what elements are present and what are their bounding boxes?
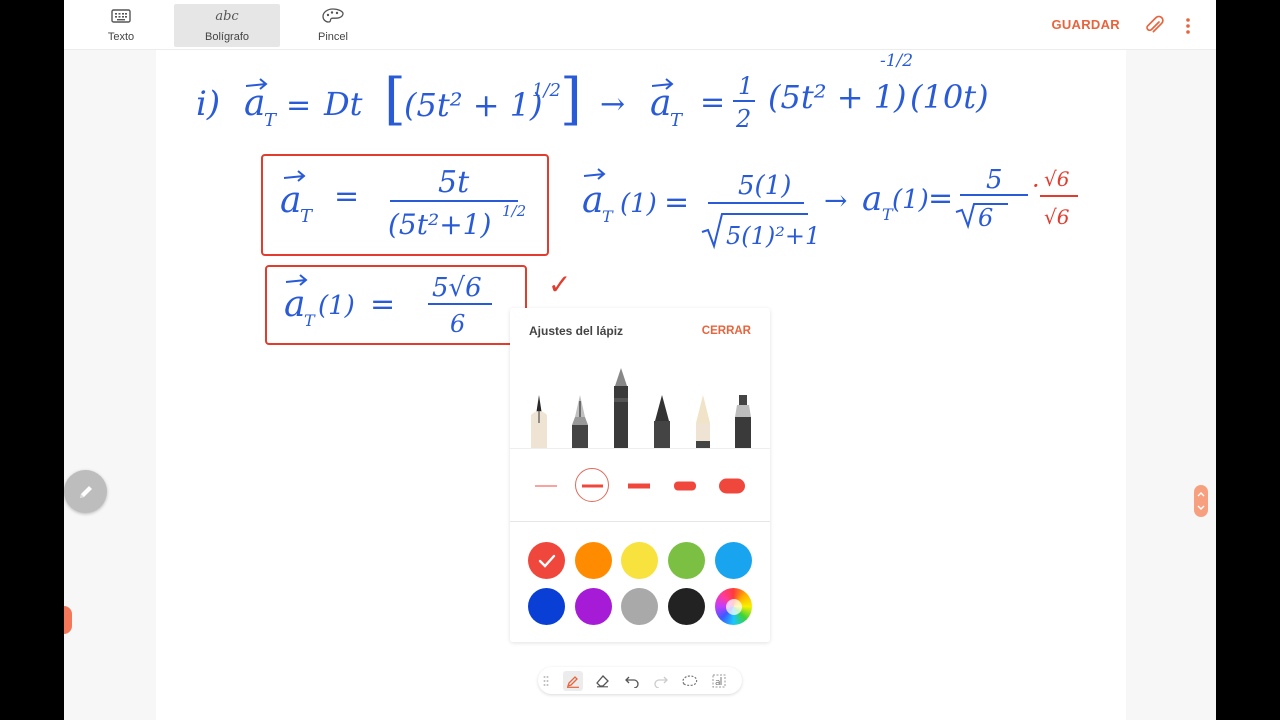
svg-text:a: a	[862, 179, 882, 219]
svg-text:=: =	[664, 185, 689, 220]
svg-text:a: a	[280, 180, 301, 221]
pencil-icon[interactable]	[610, 368, 632, 448]
more-vertical-icon[interactable]	[1184, 17, 1192, 35]
rhs-equals: =	[700, 85, 725, 120]
size-option-1[interactable]	[535, 485, 557, 487]
evaluation-line: a T (1) = 5(1) 5(1)²+1 → a T (1) = 5 6	[582, 165, 1028, 250]
color-blue-swatch[interactable]	[528, 588, 565, 625]
svg-text:√6: √6	[1044, 167, 1070, 191]
pencil-icon	[79, 485, 92, 498]
text-convert-button[interactable]: a	[709, 671, 729, 691]
svg-text:√6: √6	[1044, 205, 1070, 229]
lasso-icon	[682, 675, 698, 686]
svg-text:T: T	[304, 311, 316, 330]
rationalize-factor: · √6 √6	[1032, 167, 1078, 229]
pen-settings-panel: Ajustes del lápiz CERRAR	[510, 308, 770, 642]
lasso-tool-button[interactable]	[680, 671, 700, 691]
svg-text:(5t²+1): (5t²+1)	[388, 208, 491, 241]
svg-text:(1): (1)	[318, 291, 355, 321]
inner-exp: 1/2	[532, 80, 561, 101]
size-option-3[interactable]	[628, 483, 650, 489]
half-num: 1	[738, 72, 753, 100]
svg-text:a: a	[284, 284, 305, 325]
lhs-equals: =	[286, 88, 311, 123]
svg-text:→: →	[824, 184, 847, 217]
stroke-size-list	[510, 450, 770, 522]
color-wheel-icon[interactable]	[715, 588, 752, 625]
svg-text:a: a	[715, 678, 721, 688]
brush-pen-icon[interactable]	[692, 393, 714, 448]
bracket-close: ]	[560, 67, 582, 132]
svg-text:T: T	[602, 207, 614, 226]
fountain-pen-icon[interactable]	[528, 393, 550, 448]
pen-type-list	[510, 363, 770, 449]
svg-text:5√6: 5√6	[432, 273, 482, 303]
color-yellow-swatch[interactable]	[621, 542, 658, 579]
svg-text:T: T	[300, 206, 314, 227]
svg-text:·: ·	[1032, 172, 1040, 200]
pen-tool-button[interactable]	[563, 671, 583, 691]
equation-line-1: i) a T = Dt [ (5t² + 1) 1/2 ] → a T = 1 …	[196, 51, 989, 133]
box2-content: a T (1) = 5√6 6	[284, 273, 492, 338]
text-convert-icon: a	[712, 674, 726, 688]
undo-icon	[625, 676, 639, 688]
color-orange-swatch[interactable]	[575, 542, 612, 579]
color-green-swatch[interactable]	[668, 542, 705, 579]
svg-text:=: =	[370, 287, 395, 322]
inner-expr: (5t² + 1)	[404, 86, 543, 124]
lhs-var: a	[244, 83, 265, 124]
svg-text:(1): (1)	[892, 185, 929, 215]
chisel-pen-icon[interactable]	[651, 393, 673, 448]
svg-text:5: 5	[986, 165, 1003, 195]
part-label: i)	[196, 84, 220, 124]
checkmark-icon: ✓	[548, 268, 571, 301]
svg-text:5(1): 5(1)	[738, 171, 791, 201]
eraser-icon	[595, 675, 609, 688]
scroll-handle[interactable]	[1194, 485, 1208, 517]
svg-text:=: =	[928, 181, 953, 216]
drag-handle-icon[interactable]	[540, 671, 552, 691]
rhs-factor: (10t)	[910, 78, 989, 116]
svg-text:5(1)²+1: 5(1)²+1	[726, 222, 820, 250]
notes-app-screen: Texto abc Bolígrafo Pincel GUARDAR i) a …	[64, 0, 1216, 720]
derivative-op: Dt	[323, 85, 363, 123]
rhs-inner: (5t² + 1)	[768, 78, 907, 116]
floating-pen-button[interactable]	[64, 470, 107, 513]
svg-text:(1): (1)	[620, 189, 657, 219]
bottom-toolbar: a	[538, 667, 742, 694]
left-edge-tab[interactable]	[64, 606, 72, 634]
size-option-2[interactable]	[582, 484, 603, 488]
panel-title: Ajustes del lápiz	[529, 324, 624, 338]
half-den: 2	[735, 105, 751, 133]
size-option-4[interactable]	[674, 481, 696, 491]
color-red-swatch[interactable]	[528, 542, 565, 579]
bracket-open: [	[384, 67, 406, 132]
box1-content: a T = 5t (5t²+1) 1/2	[280, 165, 526, 241]
rhs-exp: -1/2	[880, 51, 913, 71]
marker-icon[interactable]	[732, 393, 754, 448]
lhs-sub: T	[264, 110, 278, 131]
color-lightblue-swatch[interactable]	[715, 542, 752, 579]
close-button[interactable]: CERRAR	[702, 325, 751, 337]
svg-text:6: 6	[978, 204, 993, 232]
check-icon	[538, 554, 555, 568]
size-option-5[interactable]	[719, 478, 745, 494]
color-gray-swatch[interactable]	[621, 588, 658, 625]
undo-button[interactable]	[622, 671, 642, 691]
svg-text:5t: 5t	[438, 165, 470, 200]
svg-text:6: 6	[450, 310, 465, 338]
color-purple-swatch[interactable]	[575, 588, 612, 625]
rhs-sub: T	[670, 110, 684, 131]
implies-arrow: →	[600, 87, 625, 122]
color-black-swatch[interactable]	[668, 588, 705, 625]
redo-icon	[654, 676, 668, 688]
redo-button[interactable]	[651, 671, 671, 691]
pen-icon	[566, 676, 579, 688]
svg-text:1/2: 1/2	[502, 202, 526, 220]
calligraphy-pen-icon[interactable]	[569, 393, 591, 448]
eraser-tool-button[interactable]	[592, 671, 612, 691]
svg-text:a: a	[582, 180, 603, 221]
rhs-var: a	[650, 83, 671, 124]
svg-text:=: =	[334, 179, 359, 214]
